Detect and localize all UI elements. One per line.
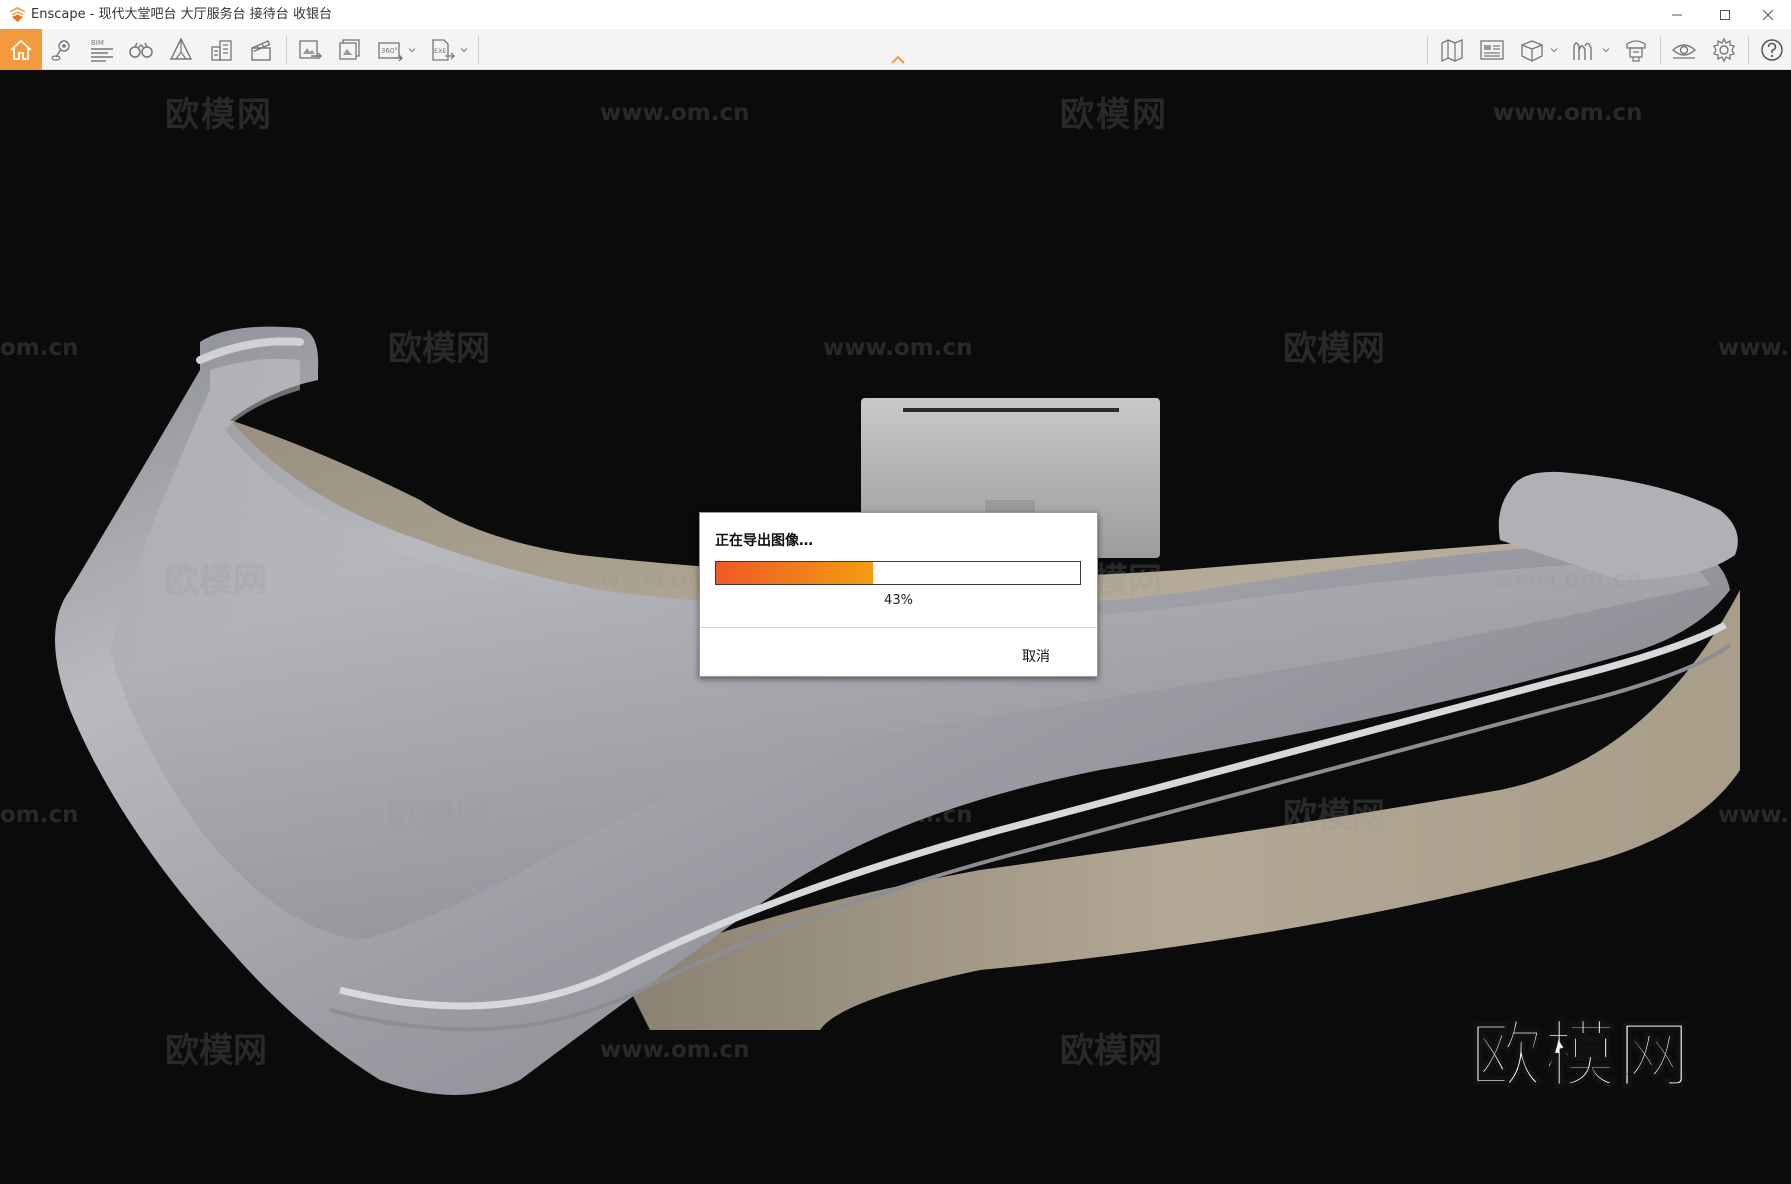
chevron-down-icon [1550,48,1558,53]
enscape-logo-icon [10,7,25,22]
title-bar: Enscape - 现代大堂吧台 大厅服务台 接待台 收银台 [0,0,1791,29]
progress-bar-fill [716,562,873,584]
location-button[interactable] [44,32,80,68]
perspective-button[interactable] [163,32,199,68]
toolbar-separator [1660,36,1661,64]
visual-settings-button[interactable] [1666,32,1702,68]
material-editor-button[interactable] [1566,32,1610,68]
watermark-text: 欧模网 [165,561,267,601]
map-button[interactable] [1434,32,1470,68]
binoculars-button[interactable] [123,32,159,68]
video-editor-button[interactable] [243,32,279,68]
material-editor-icon [1573,42,1592,60]
minimize-button[interactable] [1654,0,1700,29]
svg-text:360°: 360° [381,47,398,55]
location-pin-icon [51,40,70,61]
window-title: Enscape - 现代大堂吧台 大厅服务台 接待台 收银台 [31,7,332,22]
toolbar-separator [286,36,287,64]
watermark-text: www.om.cn [600,100,750,126]
view-cube-icon [1521,40,1543,62]
cancel-button[interactable]: 取消 [1022,646,1050,666]
screenshot-export-button[interactable] [292,32,328,68]
home-icon [10,39,32,60]
screenshot-export-icon [299,40,322,60]
settings-gear-icon [1713,37,1735,63]
watermark-text: om.cn [0,802,79,828]
maximize-button[interactable] [1702,0,1748,29]
visual-settings-icon [1671,44,1697,59]
exe-export-button[interactable]: EXE [424,32,468,68]
help-button[interactable] [1754,32,1790,68]
chevron-down-icon [408,48,416,53]
exe-export-icon: EXE [432,39,455,61]
close-button[interactable] [1745,0,1791,29]
batch-render-icon [339,39,360,60]
watermark-text: 欧模网 [1060,95,1168,135]
view-cube-button[interactable] [1514,32,1558,68]
maximize-icon [1720,9,1730,20]
buildings-button[interactable] [204,32,240,68]
svg-text:EXE: EXE [434,47,447,55]
settings-button[interactable] [1706,32,1742,68]
progress-percentage: 43% [884,593,913,608]
panorama-360-icon: 360° [378,42,403,62]
toolbar-separator [1427,36,1428,64]
watermark-text: www. [1718,335,1789,361]
bim-button[interactable]: BIM [84,32,120,68]
watermark-logo: 欧模网 [1469,1012,1693,1098]
watermark-text: www.om.cn [823,802,973,828]
chevron-down-icon [1602,48,1610,53]
watermark-text: om.cn [0,335,79,361]
clapperboard-icon [251,40,271,61]
svg-text:BIM: BIM [91,39,104,47]
help-icon [1761,39,1783,61]
watermark-text: www.om.cn [1493,100,1643,126]
sync-icon [1626,40,1646,62]
binoculars-icon [129,42,153,58]
dialog-divider [700,627,1097,628]
watermark-text: www.om.cn [600,1037,750,1063]
watermark-text: 欧模网 [1060,1031,1162,1071]
watermark-text: 欧模网 [1283,796,1385,836]
asset-library-icon [1480,40,1504,60]
home-button[interactable] [0,29,42,70]
perspective-icon [169,37,193,60]
export-progress-dialog: 正在导出图像… 43% 取消 [699,512,1098,677]
watermark-text: 欧模网 [165,1031,267,1071]
watermark-text: www. [1718,802,1789,828]
watermark-text: 欧模网 [388,796,490,836]
batch-render-button[interactable] [332,32,368,68]
watermark-text: www.om.cn [1493,567,1643,593]
bim-icon: BIM [91,39,113,62]
watermark-text: 欧模网 [388,329,490,369]
minimize-icon [1672,14,1682,15]
dialog-title: 正在导出图像… [715,533,813,549]
asset-library-button[interactable] [1474,32,1510,68]
watermark-text: www.om.cn [823,335,973,361]
watermark-text: 欧模网 [165,95,273,135]
chevron-down-icon [460,48,468,53]
sync-button[interactable] [1618,32,1654,68]
close-icon [1762,9,1774,20]
buildings-icon [211,40,232,61]
panorama-button[interactable]: 360° [372,32,416,68]
toolbar-separator [478,36,479,64]
watermark-text: 欧模网 [1283,329,1385,369]
progress-bar [715,561,1081,585]
toolbar-separator [1748,36,1749,64]
collapse-toolbar-chevron-icon[interactable] [889,54,907,66]
map-icon [1441,39,1463,63]
